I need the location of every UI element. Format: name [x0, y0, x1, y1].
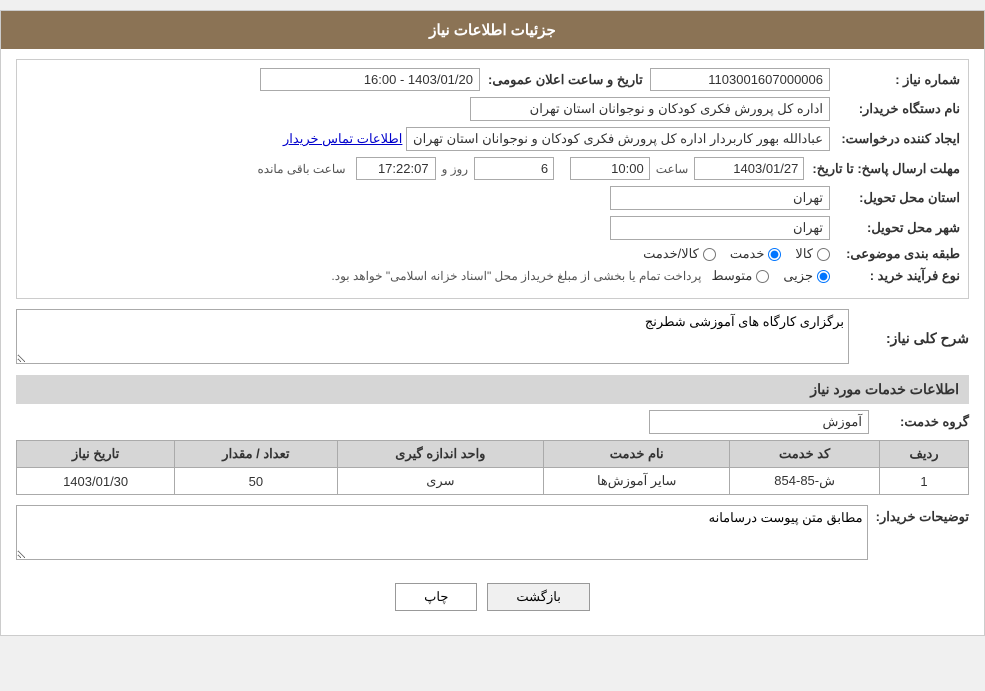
creator-label: ایجاد کننده درخواست:	[830, 131, 960, 147]
buyer-notes-area	[16, 505, 868, 563]
category-radio-group: کالا خدمت کالا/خدمت	[643, 246, 830, 262]
radio-kala-khadamat-input[interactable]	[703, 248, 716, 261]
print-button[interactable]: چاپ	[395, 583, 477, 611]
radio-kala-khadamat-item[interactable]: کالا/خدمت	[643, 246, 716, 262]
col-service-code: کد خدمت	[730, 441, 880, 468]
radio-motavaset-item[interactable]: متوسط	[711, 268, 769, 284]
deadline-date: 1403/01/27	[694, 157, 804, 180]
row-need-number: شماره نیاز : 1103001607000006 تاریخ و سا…	[25, 68, 960, 91]
deadline-time-label: ساعت	[656, 162, 689, 176]
row-city: شهر محل تحویل: تهران	[25, 216, 960, 240]
main-form-section: شماره نیاز : 1103001607000006 تاریخ و سا…	[16, 59, 969, 299]
need-description-area	[16, 309, 849, 367]
buyer-notes-textarea[interactable]	[16, 505, 868, 560]
services-table-container: ردیف کد خدمت نام خدمت واحد اندازه گیری ت…	[16, 440, 969, 495]
page-container: جزئیات اطلاعات نیاز شماره نیاز : 1103001…	[0, 10, 985, 636]
services-table: ردیف کد خدمت نام خدمت واحد اندازه گیری ت…	[16, 440, 969, 495]
col-date: تاریخ نیاز	[17, 441, 175, 468]
radio-khadamat-label: خدمت	[730, 246, 765, 262]
radio-khadamat-input[interactable]	[768, 248, 781, 261]
cell-date: 1403/01/30	[17, 468, 175, 495]
need-number-label: شماره نیاز :	[830, 72, 960, 88]
radio-khadamat-item[interactable]: خدمت	[730, 246, 782, 262]
creator-value: عبادالله بهور کاربردار اداره کل پرورش فک…	[406, 127, 830, 151]
group-service-row: گروه خدمت: آموزش	[16, 410, 969, 434]
date-label: تاریخ و ساعت اعلان عمومی:	[480, 72, 643, 88]
need-description-textarea[interactable]	[16, 309, 849, 364]
purchase-type-label: نوع فرآیند خرید :	[830, 268, 960, 284]
cell-service-code: ش-85-854	[730, 468, 880, 495]
cell-rownum: 1	[880, 468, 969, 495]
row-creator: ایجاد کننده درخواست: عبادالله بهور کاربر…	[25, 127, 960, 151]
deadline-label: مهلت ارسال پاسخ: تا تاریخ:	[804, 161, 960, 177]
radio-jozi-input[interactable]	[817, 270, 830, 283]
need-description-label: شرح کلی نیاز:	[849, 330, 969, 347]
page-header: جزئیات اطلاعات نیاز	[1, 11, 984, 49]
deadline-remaining-time: 17:22:07	[356, 157, 436, 180]
radio-kala-item[interactable]: کالا	[795, 246, 830, 262]
back-button[interactable]: بازگشت	[487, 583, 589, 611]
province-value: تهران	[610, 186, 830, 210]
deadline-remaining-label: ساعت باقی مانده	[257, 162, 345, 176]
radio-jozi-item[interactable]: جزیی	[783, 268, 830, 284]
deadline-time: 10:00	[570, 157, 650, 180]
deadline-day-label: روز و	[442, 162, 469, 176]
radio-motavaset-label: متوسط	[711, 268, 752, 284]
cell-unit: سری	[337, 468, 544, 495]
buyer-notes-label: توضیحات خریدار:	[868, 505, 969, 525]
purchase-type-radio-group: جزیی متوسط	[711, 268, 830, 284]
row-need-description: شرح کلی نیاز:	[16, 309, 969, 367]
content-area: شماره نیاز : 1103001607000006 تاریخ و سا…	[1, 49, 984, 635]
radio-kala-label: کالا	[795, 246, 813, 262]
page-title: جزئیات اطلاعات نیاز	[429, 22, 556, 39]
row-purchase-type: نوع فرآیند خرید : جزیی متوسط پرداخت تمام…	[25, 268, 960, 284]
purchase-process-text: پرداخت تمام یا بخشی از مبلغ خریداز محل "…	[25, 269, 701, 283]
row-category: طبقه بندی موضوعی: کالا خدمت کالا/خدمت	[25, 246, 960, 262]
radio-kala-input[interactable]	[817, 248, 830, 261]
services-section-title: اطلاعات خدمات مورد نیاز	[16, 375, 969, 404]
col-rownum: ردیف	[880, 441, 969, 468]
services-section: اطلاعات خدمات مورد نیاز گروه خدمت: آموزش…	[16, 375, 969, 495]
city-label: شهر محل تحویل:	[830, 220, 960, 236]
row-deadline: مهلت ارسال پاسخ: تا تاریخ: 1403/01/27 سا…	[25, 157, 960, 180]
radio-jozi-label: جزیی	[783, 268, 813, 284]
button-row: بازگشت چاپ	[16, 573, 969, 625]
row-buyer-name: نام دستگاه خریدار: اداره کل پرورش فکری ک…	[25, 97, 960, 121]
province-label: استان محل تحویل:	[830, 190, 960, 206]
radio-motavaset-input[interactable]	[756, 270, 769, 283]
contact-link[interactable]: اطلاعات تماس خریدار	[283, 131, 402, 147]
radio-kala-khadamat-label: کالا/خدمت	[643, 246, 699, 262]
col-unit: واحد اندازه گیری	[337, 441, 544, 468]
cell-quantity: 50	[175, 468, 337, 495]
deadline-days: 6	[474, 157, 554, 180]
col-service-name: نام خدمت	[544, 441, 730, 468]
buyer-name-value: اداره کل پرورش فکری کودکان و نوجوانان اس…	[470, 97, 830, 121]
buyer-name-label: نام دستگاه خریدار:	[830, 101, 960, 117]
table-header-row: ردیف کد خدمت نام خدمت واحد اندازه گیری ت…	[17, 441, 969, 468]
table-row: 1 ش-85-854 سایر آموزش‌ها سری 50 1403/01/…	[17, 468, 969, 495]
date-value: 1403/01/20 - 16:00	[260, 68, 480, 91]
category-label: طبقه بندی موضوعی:	[830, 246, 960, 262]
col-quantity: تعداد / مقدار	[175, 441, 337, 468]
need-number-value: 1103001607000006	[650, 68, 830, 91]
group-label: گروه خدمت:	[869, 414, 969, 430]
deadline-inline: 1403/01/27 ساعت 10:00 6 روز و 17:22:07 س…	[257, 157, 804, 180]
cell-service-name: سایر آموزش‌ها	[544, 468, 730, 495]
row-province: استان محل تحویل: تهران	[25, 186, 960, 210]
group-value: آموزش	[649, 410, 869, 434]
row-buyer-notes: توضیحات خریدار:	[16, 505, 969, 563]
city-value: تهران	[610, 216, 830, 240]
